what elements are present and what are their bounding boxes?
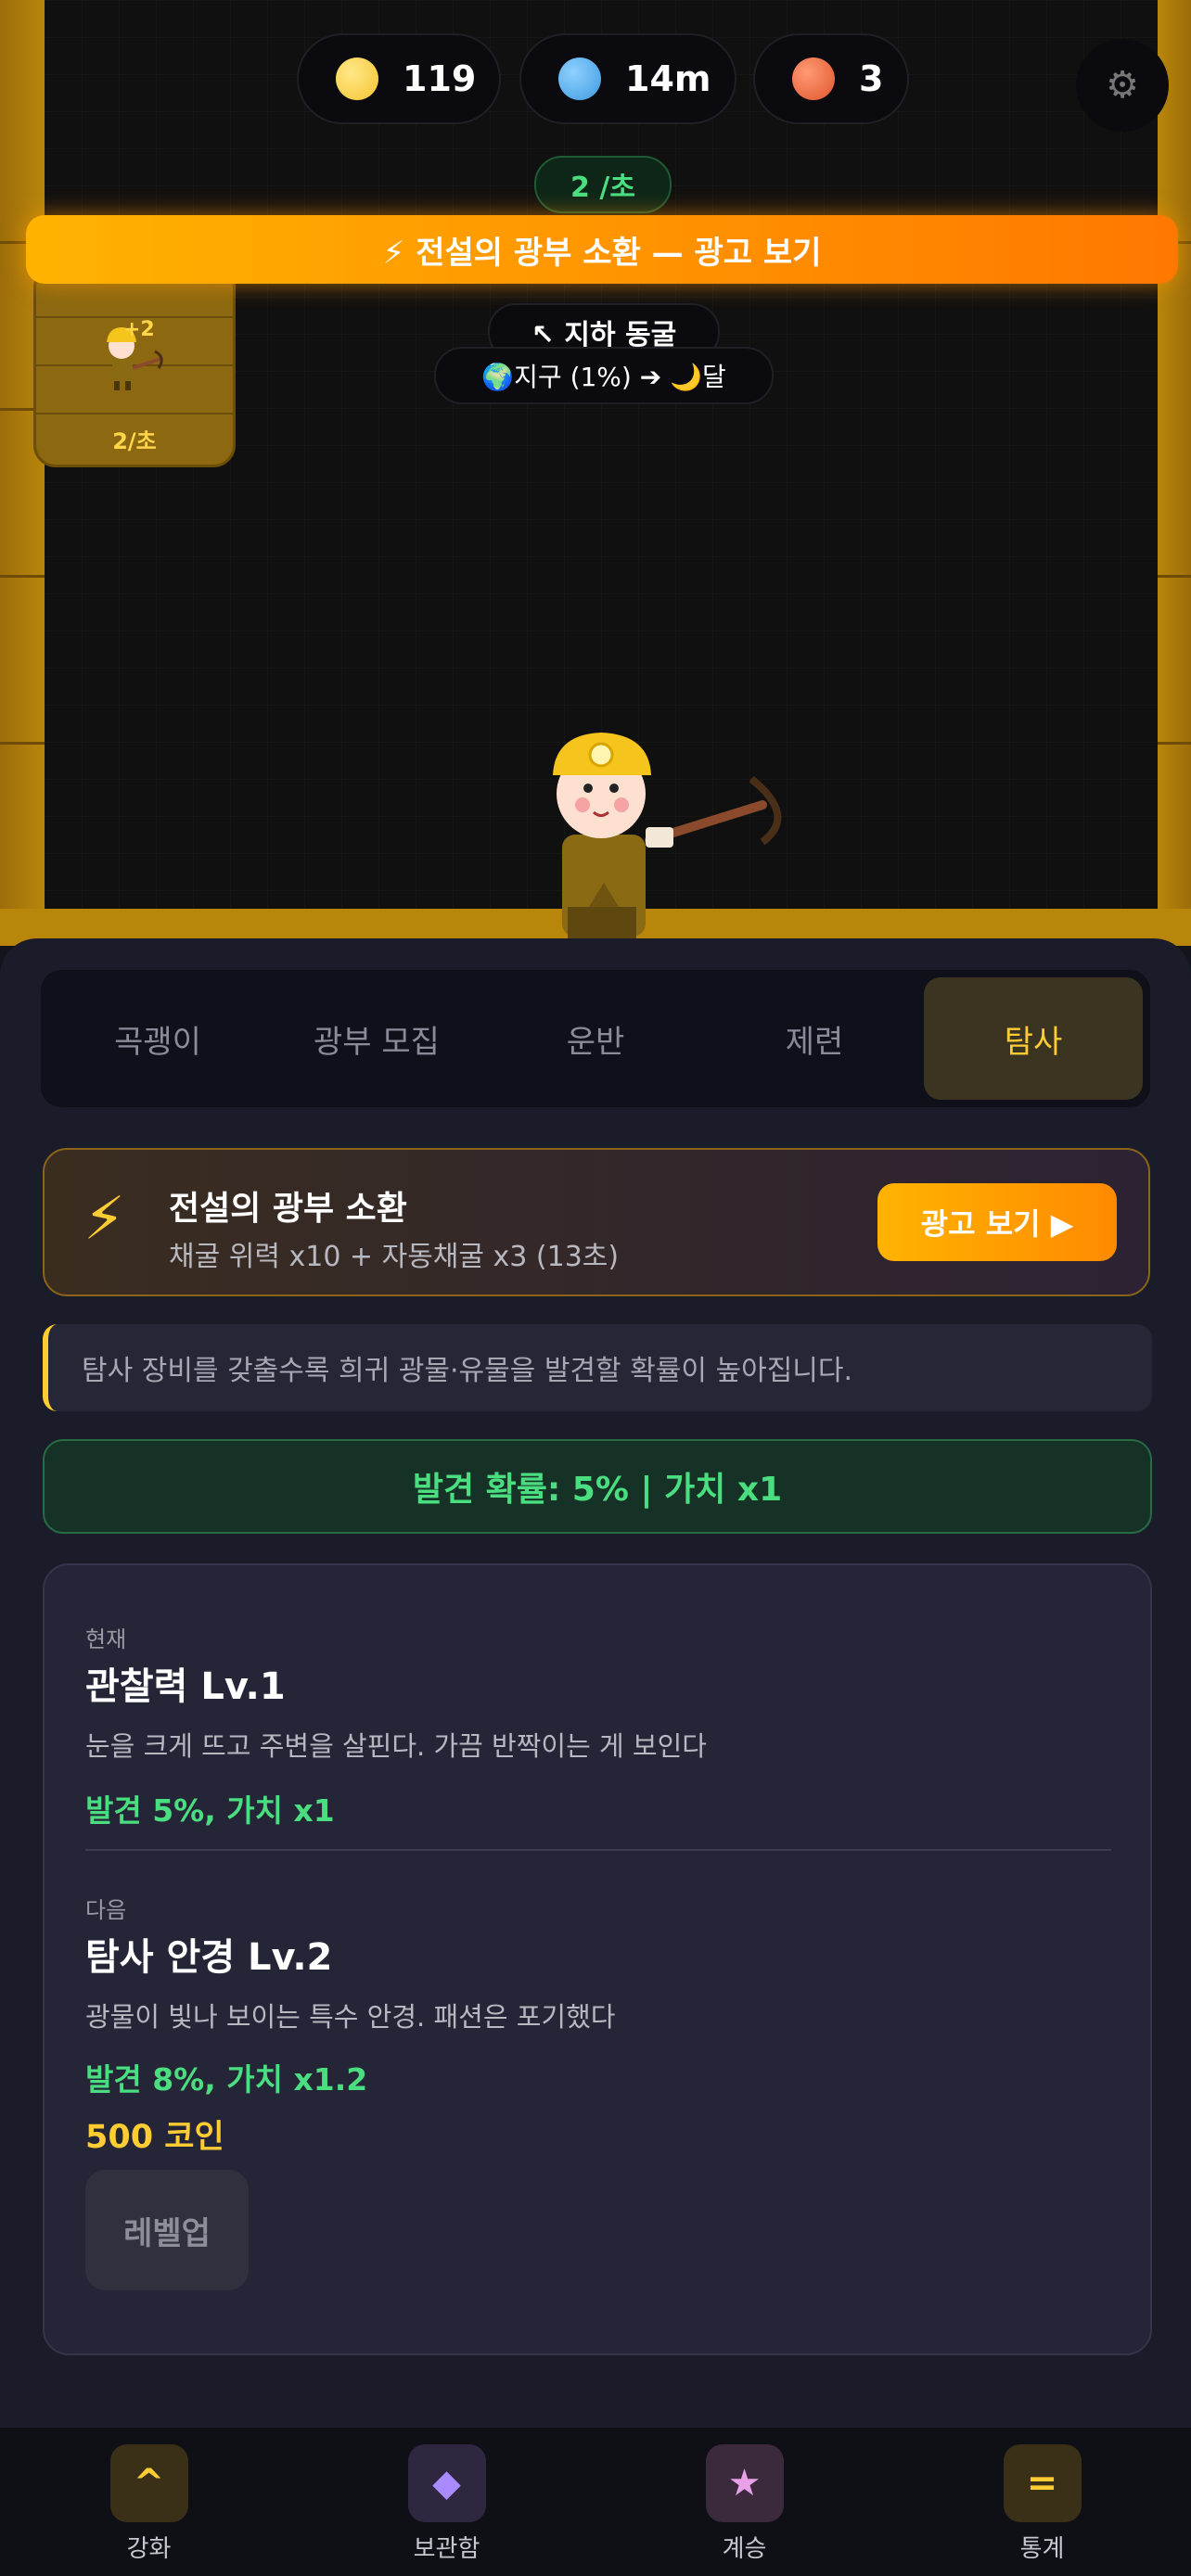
nav-storage[interactable]: ◆ 보관함 — [298, 2428, 596, 2576]
next-description: 광물이 빛나 보이는 특수 안경. 패션은 포기했다 — [85, 2001, 616, 2033]
next-effect: 발견 8%, 가치 x1.2 — [85, 2061, 368, 2098]
star-icon: ★ — [705, 2444, 784, 2522]
divider — [85, 1849, 1111, 1851]
level-up-button[interactable]: 레벨업 — [85, 2170, 249, 2290]
nav-stats[interactable]: = 통계 — [893, 2428, 1191, 2576]
watch-ad-button[interactable]: 광고 보기 ▶ — [877, 1183, 1117, 1261]
nav-stats-label: 통계 — [1019, 2535, 1065, 2563]
nav-upgrade[interactable]: ^ 강화 — [0, 2428, 298, 2576]
mining-rate-badge: 2 /초 — [534, 156, 672, 213]
left-wall — [0, 0, 45, 946]
orb-counter: 3 — [753, 33, 909, 124]
gold-coin-icon — [336, 57, 378, 100]
gold-counter: 119 — [297, 33, 501, 124]
caret-up-icon: ^ — [109, 2444, 188, 2522]
exploration-notice: 탐사 장비를 갖출수록 희귀 광물·유물을 발견할 확률이 높아집니다. — [43, 1324, 1152, 1411]
lightning-icon: ⚡ — [83, 1185, 125, 1254]
diamond-icon: ◆ — [407, 2444, 486, 2522]
tab-transport[interactable]: 운반 — [486, 977, 705, 1100]
nav-inherit[interactable]: ★ 계승 — [596, 2428, 893, 2576]
legend-miner-ad-banner[interactable]: ⚡ 전설의 광부 소환 — 광고 보기 — [26, 215, 1178, 284]
tab-pickaxe[interactable]: 곡괭이 — [48, 977, 267, 1100]
summon-title: 전설의 광부 소환 — [169, 1190, 407, 1228]
gem-value: 14m — [625, 58, 711, 99]
nav-storage-label: 보관함 — [413, 2535, 480, 2563]
current-effect: 발견 5%, 가치 x1 — [85, 1792, 335, 1829]
summon-subtitle: 채굴 위력 x10 + 자동채굴 x3 (13초) — [169, 1241, 620, 1273]
mini-miner-rate: 2/초 — [112, 428, 157, 454]
current-label: 현재 — [85, 1626, 127, 1652]
orb-value: 3 — [859, 58, 884, 99]
auto-miner-card[interactable]: +2 2/초 — [33, 265, 236, 467]
current-description: 눈을 크게 뜨고 주변을 살핀다. 가끔 반짝이는 게 보인다 — [85, 1730, 707, 1762]
gem-counter: 14m — [519, 33, 736, 124]
mine-scene[interactable]: 119 14m 3 ⚙ 2 /초 +2 2/초 ⚡ 전설의 광부 소환 — 광고… — [0, 0, 1191, 946]
upgrade-info-card: 현재 관찰력 Lv.1 눈을 크게 뜨고 주변을 살핀다. 가끔 반짝이는 게 … — [43, 1563, 1152, 2355]
current-name: 관찰력 Lv.1 — [85, 1665, 286, 1708]
mini-miner-plus: +2 — [123, 318, 155, 341]
discovery-chance-badge: 발견 확률: 5% | 가치 x1 — [43, 1439, 1152, 1534]
tab-recruit[interactable]: 광부 모집 — [267, 977, 486, 1100]
summon-ad-card: ⚡ 전설의 광부 소환 채굴 위력 x10 + 자동채굴 x3 (13초) 광고… — [43, 1148, 1150, 1296]
red-orb-icon — [792, 57, 835, 100]
route-progress: 🌍지구 (1%) ➔ 🌙달 — [434, 347, 774, 404]
nav-inherit-label: 계승 — [722, 2535, 767, 2563]
tab-exploration[interactable]: 탐사 — [924, 977, 1143, 1100]
upgrade-tabs: 곡괭이 광부 모집 운반 제련 탐사 — [41, 970, 1150, 1107]
miner-character[interactable] — [519, 723, 798, 946]
upgrade-cost: 500 코인 — [85, 2119, 224, 2156]
next-name: 탐사 안경 Lv.2 — [85, 1936, 333, 1979]
right-wall — [1158, 0, 1191, 946]
tab-smelting[interactable]: 제련 — [705, 977, 924, 1100]
bottom-navigation: ^ 강화 ◆ 보관함 ★ 계승 = 통계 — [0, 2428, 1191, 2576]
equals-icon: = — [1003, 2444, 1082, 2522]
gold-value: 119 — [403, 58, 477, 99]
nav-upgrade-label: 강화 — [126, 2535, 172, 2563]
blue-gem-icon — [558, 57, 601, 100]
next-label: 다음 — [85, 1897, 127, 1923]
settings-gear-icon[interactable]: ⚙ — [1076, 39, 1169, 132]
